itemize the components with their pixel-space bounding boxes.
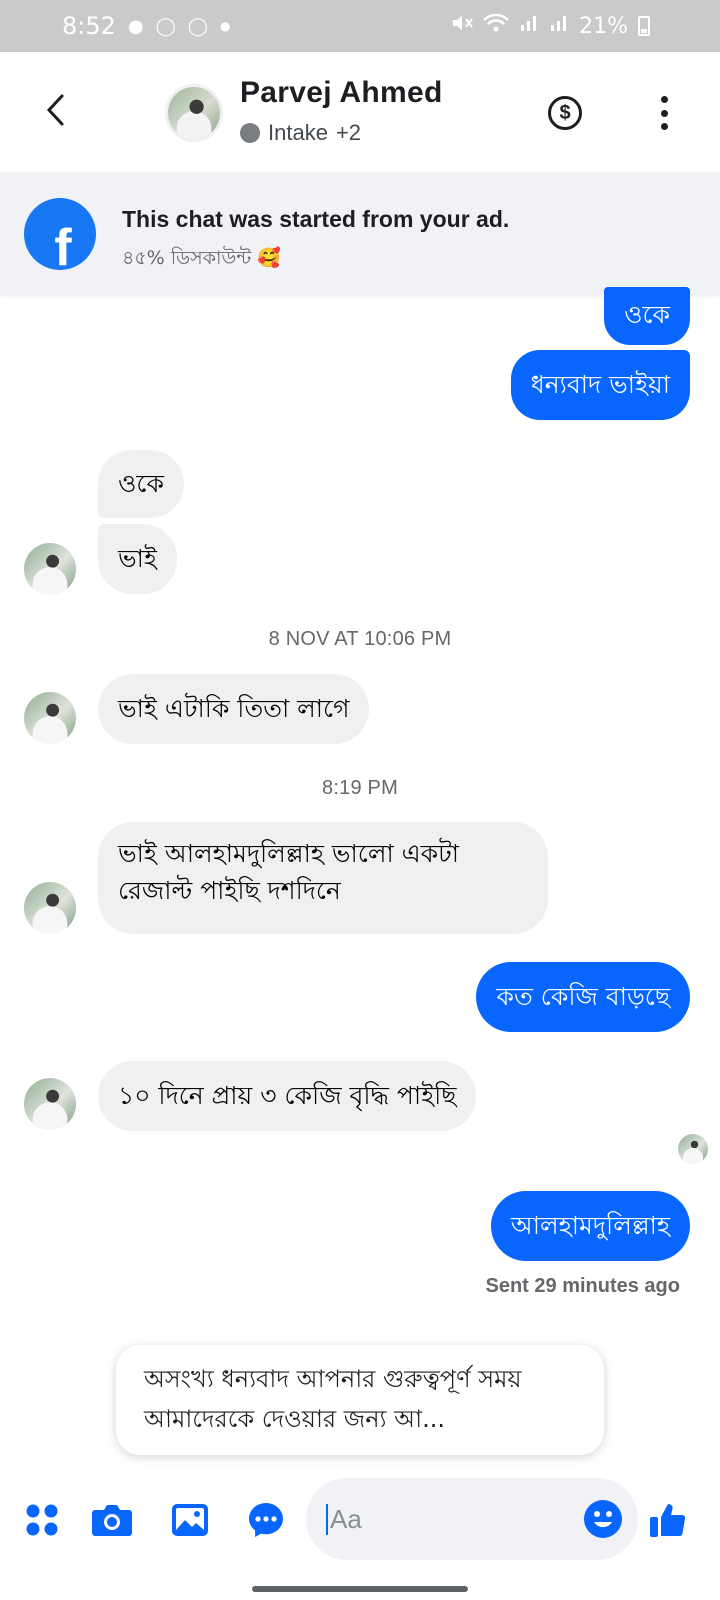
sender-avatar[interactable] [24,882,76,934]
read-receipt-avatar [678,1134,708,1164]
contact-labels[interactable]: Intake +2 [240,120,361,146]
battery-icon [638,16,650,36]
suggested-reply[interactable]: অসংখ্য ধন্যবাদ আপনার গুরুত্বপূর্ণ সময় আ… [116,1345,604,1455]
more-actions-button[interactable] [20,1498,64,1542]
message-bubble-incoming[interactable]: ১০ দিনে প্রায় ৩ কেজি বৃদ্ধি পাইছি [98,1061,477,1131]
app-icon: ◯ [187,15,208,37]
grid-dots-icon [26,1504,58,1536]
sent-status: Sent 29 minutes ago [485,1275,681,1297]
battery-percent: 21% [579,13,628,39]
chevron-left-icon [46,94,64,126]
saved-replies-button[interactable] [244,1498,288,1542]
sender-avatar[interactable] [24,692,76,744]
dot-icon: ● [219,19,231,33]
message-bubble-incoming[interactable]: ভাই এটাকি তিতা লাগে [98,674,370,744]
back-button[interactable] [38,90,74,130]
label-dot-icon [240,123,260,143]
gallery-button[interactable] [168,1498,212,1542]
more-dot-icon [660,96,668,103]
contact-avatar[interactable] [165,84,223,142]
camera-icon [92,1505,132,1536]
message-bubble-outgoing[interactable]: আলহামদুলিল্লাহ [490,1191,690,1261]
mute-vibrate-icon [451,13,473,39]
status-bar: 8:52 ● ◯ ◯ ● 21% [0,0,720,52]
sender-avatar[interactable] [24,543,76,595]
label-extra-count: +2 [335,120,362,145]
snapchat-icon: ● [127,15,144,37]
payment-button[interactable]: $ [548,96,582,130]
image-icon [172,1504,208,1536]
wifi-icon [483,13,509,39]
sender-avatar[interactable] [24,1078,76,1130]
signal-icon [549,13,569,39]
facebook-icon: f [24,198,96,270]
message-bubble-outgoing[interactable]: কত কেজি বাড়ছে [476,962,690,1032]
app-icon: ◯ [155,15,176,37]
system-navigation-bar [0,1568,720,1600]
message-bubble-incoming[interactable]: ভাই আলহামদুলিল্লাহ ভালো একটা রেজাল্ট পাই… [98,822,548,934]
more-dot-icon [660,123,668,130]
more-dot-icon [660,109,668,117]
message-bubble-incoming[interactable]: ভাই [98,524,177,594]
message-input[interactable] [326,1503,556,1535]
home-gesture-handle[interactable] [252,1586,468,1592]
chat-header: Parvej Ahmed Intake +2 $ [0,52,720,172]
message-bubble-incoming[interactable]: ওকে [98,450,184,518]
emoji-button[interactable] [584,1500,622,1538]
label-tag: Intake [268,120,328,145]
signal-icon [519,13,539,39]
ad-banner-subtitle: ৪৫% ডিসকাউন্ট 🥰 [122,247,281,269]
message-composer [0,1468,720,1568]
like-button[interactable] [646,1498,690,1542]
message-bubble-outgoing[interactable]: ধন্যবাদ ভাইয়া [510,350,690,420]
date-separator: 8:19 PM [322,777,398,799]
contact-name[interactable]: Parvej Ahmed [240,76,443,110]
thumbs-up-icon [650,1504,686,1537]
camera-button[interactable] [90,1498,134,1542]
message-bubble-outgoing[interactable]: ওকে [604,287,690,345]
status-time: 8:52 [62,12,116,40]
smiley-icon [594,1511,612,1528]
dollar-icon: $ [559,101,571,124]
more-options-button[interactable] [652,96,676,130]
date-separator: 8 NOV AT 10:06 PM [268,628,452,650]
message-input-box[interactable] [306,1478,638,1560]
ad-banner-title: This chat was started from your ad. [122,206,510,232]
chat-bubble-icon [249,1503,283,1537]
ad-origin-banner[interactable]: f This chat was started from your ad. ৪৫… [0,172,720,294]
